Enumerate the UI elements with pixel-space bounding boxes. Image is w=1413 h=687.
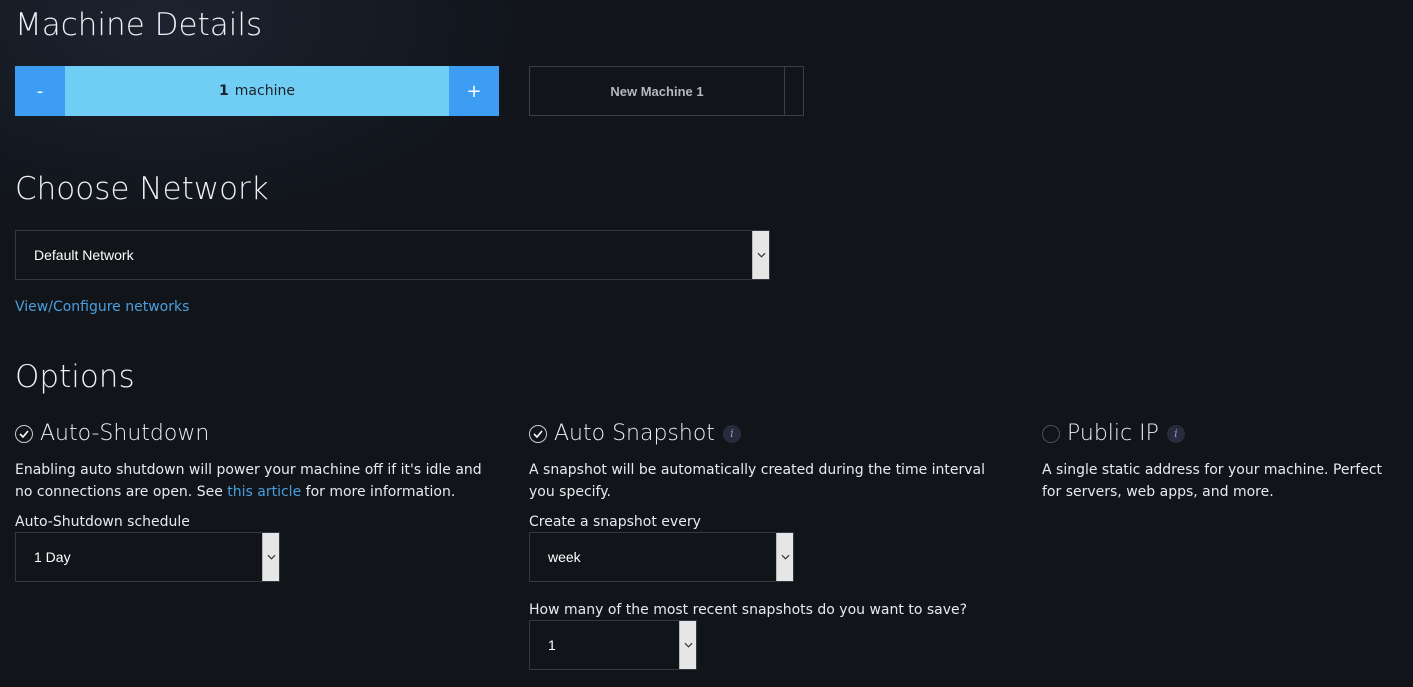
chevron-down-icon — [679, 621, 696, 669]
auto-shutdown-article-link[interactable]: this article — [227, 484, 301, 500]
auto-shutdown-schedule-label: Auto-Shutdown schedule — [15, 514, 190, 530]
public-ip-checkbox[interactable] — [1042, 424, 1060, 443]
auto-snapshot-header: Auto Snapshot i — [529, 421, 741, 446]
machine-count-display: 1 machine — [65, 66, 449, 116]
auto-snapshot-title: Auto Snapshot — [554, 421, 715, 446]
machine-name-field[interactable]: New Machine 1 — [529, 66, 804, 116]
snapshot-keep-label: How many of the most recent snapshots do… — [529, 602, 968, 618]
chevron-down-icon — [776, 533, 793, 581]
configure-networks-link[interactable]: View/Configure networks — [15, 299, 189, 315]
auto-shutdown-description: Enabling auto shutdown will power your m… — [15, 459, 495, 503]
auto-snapshot-checkbox[interactable] — [529, 424, 547, 443]
machine-name-value: New Machine 1 — [610, 83, 704, 99]
public-ip-title: Public IP — [1067, 421, 1159, 446]
machine-count-value: 1 — [219, 83, 229, 99]
auto-shutdown-schedule-select[interactable]: 1 Day — [15, 532, 280, 582]
snapshot-interval-label: Create a snapshot every — [529, 514, 701, 530]
info-icon[interactable]: i — [722, 424, 741, 443]
machine-count-unit: machine — [234, 83, 295, 99]
auto-shutdown-checkbox[interactable] — [15, 424, 33, 443]
snapshot-interval-value: week — [548, 549, 581, 565]
snapshot-keep-value: 1 — [548, 637, 556, 653]
machine-count-stepper: - 1 machine + — [15, 66, 499, 116]
public-ip-description: A single static address for your machine… — [1042, 462, 1382, 500]
auto-snapshot-description: A snapshot will be automatically created… — [529, 462, 986, 500]
auto-shutdown-desc-text-end: for more information. — [301, 484, 456, 500]
auto-shutdown-header: Auto-Shutdown — [15, 421, 209, 446]
increment-machine-button[interactable]: + — [449, 66, 499, 116]
snapshot-interval-select[interactable]: week — [529, 532, 794, 582]
auto-shutdown-schedule-value: 1 Day — [34, 549, 71, 565]
public-ip-header: Public IP i — [1042, 421, 1185, 446]
machine-name-divider — [784, 67, 803, 115]
chevron-down-icon — [752, 231, 769, 279]
auto-shutdown-title: Auto-Shutdown — [40, 421, 210, 446]
choose-network-title: Choose Network — [15, 171, 269, 207]
info-icon[interactable]: i — [1166, 424, 1185, 443]
chevron-down-icon — [262, 533, 279, 581]
network-select-value: Default Network — [34, 247, 134, 263]
decrement-machine-button[interactable]: - — [15, 66, 65, 116]
checkmark-icon — [533, 429, 543, 438]
network-select[interactable]: Default Network — [15, 230, 770, 280]
options-title: Options — [15, 359, 135, 395]
machine-details-title: Machine Details — [15, 7, 263, 43]
checkmark-icon — [19, 429, 29, 438]
snapshot-keep-select[interactable]: 1 — [529, 620, 697, 670]
